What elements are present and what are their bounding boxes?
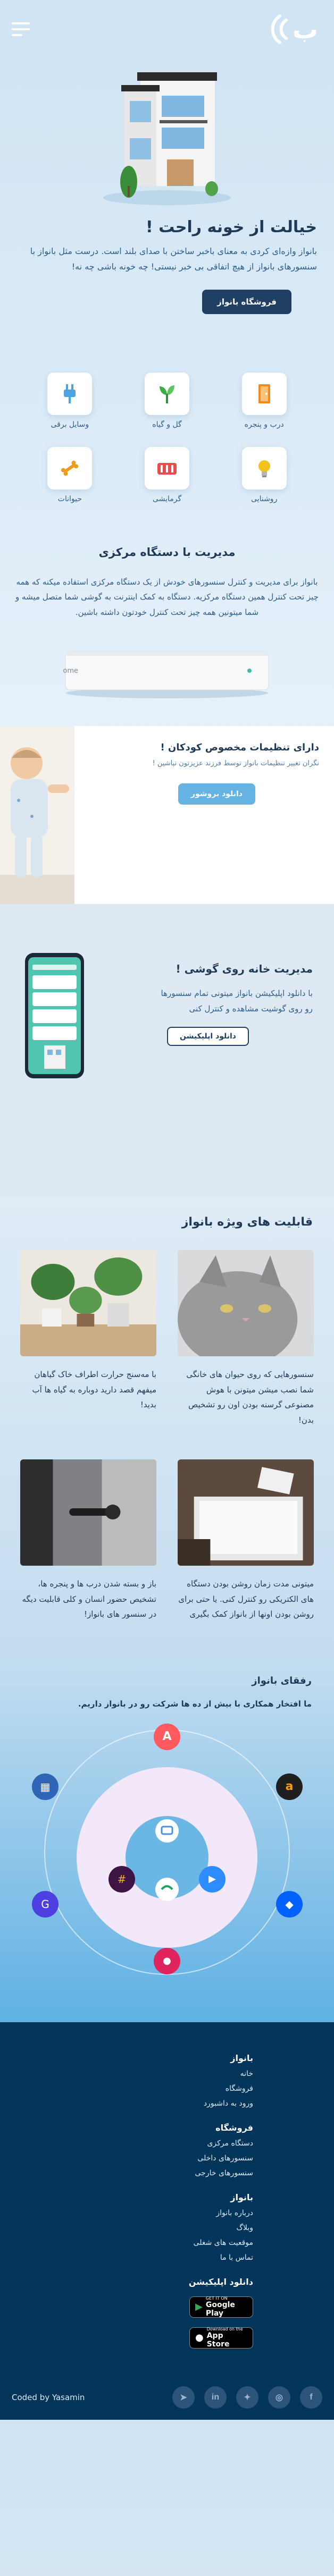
category-label: گل و گیاه [152,420,182,429]
footer-link-shop[interactable]: فروشگاه [0,2084,253,2093]
partners-title: رفقای بانواز [252,1675,312,1686]
footer-column-apps: دانلود اپلیکیشن [0,2277,334,2287]
hero-section: خیالت از خونه راحت ! بانواز وازه‌ای کردی… [0,58,334,330]
bone-icon [47,446,93,489]
site-footer: بانواز خانه فروشگاه ورود به داشبورد فروش… [0,2022,334,2420]
footer-link-outdoor-sensors[interactable]: سنسورهای خارجی [0,2169,254,2177]
category-door[interactable]: درب و پنجره [215,372,313,429]
footer-title: فروشگاه [215,2122,253,2133]
door-handle-image [20,1459,156,1566]
footer-link-home[interactable]: خانه [0,2070,253,2078]
central-device-image: Bano Home [38,641,271,699]
logo-letter: ب [293,15,318,45]
category-label: روشنایی [251,494,278,503]
social-links: ➤ in ✦ ◎ f [172,2386,322,2409]
banavaz-logo[interactable]: ب [269,11,322,48]
partners-section: رفقای بانواز ما افتخار همکاری با بیش از … [0,1664,334,2022]
app-store-badge[interactable]: ● Download on the App Store [189,2327,253,2349]
feature-card: میتونی مدت زمان روشن بودن دستگاه های الک… [178,1459,314,1622]
footer-link-jobs[interactable]: موقعیت های شغلی [0,2239,253,2247]
hero-title: خیالت از خونه راحت ! [146,218,317,237]
features-section: قابلیت های ویژه بانواز سنسورهایی که روی … [0,1196,334,1665]
features-title: قابلیت های ویژه بانواز [181,1215,313,1229]
hero-description: بانواز وازه‌ای کردی به معنای باخبر ساختن… [30,246,317,272]
footer-link-central[interactable]: دستگاه مرکزی [0,2139,253,2148]
category-label: درب و پنجره [244,420,284,429]
footer-title: دانلود اپلیکیشن [188,2276,253,2287]
footer-link-blog[interactable]: وبلاگ [0,2224,253,2232]
feature-text: با مه‌سنج حرارت اطراف خاک گیاهان میفهم ق… [32,1370,156,1410]
amazon-icon[interactable]: a [276,1773,303,1800]
kids-title: دارای تنظیمات مخصوص کودکان ! [160,742,319,754]
hamburger-menu-icon[interactable] [12,22,30,36]
door-icon [241,372,287,415]
google-play-badge[interactable]: ▶ GET IT ON Google Play [189,2296,253,2318]
heater-icon [145,446,190,489]
plug-icon [47,372,93,415]
category-label: حیوانات [57,494,82,503]
category-lighting[interactable]: روشنایی [215,446,313,503]
feature-card: سنسورهایی که روی حیوان های خانگی شما نصب… [178,1250,314,1428]
mobile-app-section: مدیریت خانه روی گوشی ! با دانلود اپلیکیش… [0,904,334,1197]
footer-title: بانواز [230,2053,253,2063]
footer-link-contact[interactable]: تماس با ما [0,2253,253,2262]
category-heating[interactable]: گرمایشی [119,446,216,503]
shop-button[interactable]: فروشگاه بانواز [202,289,291,314]
central-title: مدیریت با دستگاه مرکزی [98,545,236,559]
dropbox-icon[interactable]: ◆ [276,1890,303,1918]
phone-mockup [24,952,85,1079]
sensor-categories: درب و پنجره گل و گیاه وسایل برقی روشنایی… [0,330,334,525]
plants-image [20,1250,156,1357]
plant-icon [145,372,190,415]
category-label: وسایل برقی [51,420,89,429]
partners-subtitle: ما افتخار همکاری با بیش از ده ها شرکت رو… [78,1699,312,1709]
central-description: بانواز برای مدیریت و کنترل سنسورهای خودش… [15,577,319,617]
footer-link-about[interactable]: درباره بانواز [0,2209,253,2217]
cat-image [178,1250,314,1357]
mobile-description: با دانلود اپلیکیشن بانواز میتونی تمام سن… [161,989,313,1013]
central-device-section: مدیریت با دستگاه مرکزی بانواز برای مدیری… [0,525,334,727]
footer-title: بانواز [230,2192,253,2202]
download-app-button[interactable]: دانلود اپلیکیشن [167,1027,249,1046]
telegram-icon[interactable]: ➤ [172,2386,195,2409]
gravatar-icon[interactable]: G [32,1890,59,1918]
kids-settings-section: دارای تنظیمات مخصوص کودکان ! نگران تغییر… [0,726,334,905]
footer-column-shop: فروشگاه دستگاه مرکزی سنسورهای داخلی سنسو… [0,2123,334,2177]
house-illustration [98,58,236,207]
feature-card: باز و بسته شدن درب ها و پنجره ها، تشخیص … [20,1459,156,1622]
slack-icon[interactable]: # [108,1865,135,1893]
download-brochure-button[interactable]: دانلود بروشور [178,783,255,805]
footer-link-dashboard[interactable]: ورود به داشبورد [0,2099,253,2108]
apple-icon: ● [195,2332,204,2344]
google-play-icon: ▶ [195,2301,203,2313]
intercom-icon[interactable]: ▦ [32,1773,59,1800]
linkedin-icon[interactable]: in [204,2386,227,2409]
feature-text: باز و بسته شدن درب ها و پنجره ها، تشخیص … [22,1579,156,1619]
facebook-icon[interactable]: f [300,2386,322,2409]
kids-subtitle: نگران تغییر تنظیمات بانواز توسط فرزند عز… [152,759,319,768]
footer-column-about: بانواز درباره بانواز وبلاگ موقعیت های شغ… [0,2192,334,2262]
instagram-icon[interactable]: ◎ [268,2386,290,2409]
mobile-title: مدیریت خانه روی گوشی ! [176,962,313,976]
twitter-icon[interactable]: ✦ [236,2386,258,2409]
airbnb-icon[interactable]: A [154,1723,180,1750]
category-electric[interactable]: وسایل برقی [21,372,119,429]
feature-text: میتونی مدت زمان روشن بودن دستگاه های الک… [178,1579,314,1619]
category-plant[interactable]: گل و گیاه [119,372,216,429]
lamp-icon [241,446,287,489]
partners-orbit: A a ◆ ● G ▦ # ▶ [11,1714,323,1990]
device-label: Bano Home [63,667,78,675]
laptop-image [178,1459,314,1566]
coded-by-text: Coded by Yasamin [12,2392,85,2402]
baby-image [0,726,74,905]
footer-column-banavaz: بانواز خانه فروشگاه ورود به داشبورد [0,2053,334,2108]
feature-card: با مه‌سنج حرارت اطراف خاک گیاهان میفهم ق… [20,1250,156,1428]
feature-text: سنسورهایی که روی حیوان های خانگی شما نصب… [186,1370,314,1425]
category-pets[interactable]: حیوانات [21,446,119,503]
category-label: گرمایشی [152,494,182,503]
footer-link-indoor-sensors[interactable]: سنسورهای داخلی [0,2154,253,2163]
site-header: ب [0,0,334,58]
zoom-icon[interactable]: ▶ [199,1865,226,1893]
monday-icon[interactable]: ● [154,1947,180,1974]
